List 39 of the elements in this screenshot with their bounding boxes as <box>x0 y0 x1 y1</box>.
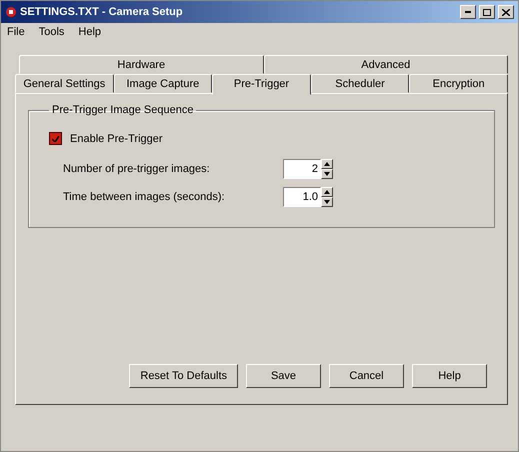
spin-down-button[interactable] <box>321 197 333 207</box>
tab[interactable]: Image Capture <box>114 74 212 93</box>
tab[interactable]: Encryption <box>409 74 508 93</box>
menu-item[interactable]: Help <box>78 26 102 40</box>
dialog-button[interactable]: Cancel <box>329 364 404 388</box>
checkbox-row[interactable]: Enable Pre-Trigger <box>49 132 474 145</box>
checkbox-label: Enable Pre-Trigger <box>70 132 163 144</box>
tab[interactable]: Advanced <box>264 55 508 74</box>
minimize-icon <box>465 11 471 13</box>
group-title: Pre-Trigger Image Sequence <box>51 104 194 116</box>
spin-up-button[interactable] <box>321 159 333 169</box>
tab[interactable]: General Settings <box>15 74 114 93</box>
tab[interactable]: Scheduler <box>310 74 410 93</box>
close-icon <box>502 8 510 16</box>
number-input[interactable]: 2 <box>283 159 321 179</box>
menu-item[interactable]: File <box>7 26 25 40</box>
maximize-button[interactable] <box>479 5 495 19</box>
menu-item[interactable]: Tools <box>38 26 64 40</box>
checkbox[interactable] <box>49 132 62 145</box>
down-arrow-icon <box>324 200 330 204</box>
spin-down-button[interactable] <box>321 169 333 179</box>
up-arrow-icon <box>324 190 330 194</box>
up-arrow-icon <box>324 162 330 166</box>
maximize-icon <box>483 8 491 16</box>
dialog-button[interactable]: Help <box>412 364 487 388</box>
number-input[interactable]: 1.0 <box>283 187 321 207</box>
down-arrow-icon <box>324 172 330 176</box>
check-icon <box>52 136 59 142</box>
spin-up-button[interactable] <box>321 187 333 197</box>
close-button[interactable] <box>498 5 514 19</box>
window-title: SETTINGS.TXT - Camera Setup <box>20 6 184 18</box>
minimize-button[interactable] <box>460 5 476 19</box>
field-label: Number of pre-trigger images: <box>63 163 211 175</box>
tab[interactable]: Pre-Trigger <box>212 74 311 95</box>
dialog-button[interactable]: Save <box>246 364 321 388</box>
field-label: Time between images (seconds): <box>63 191 226 203</box>
dialog-button[interactable]: Reset To Defaults <box>129 364 238 388</box>
tab[interactable]: Hardware <box>19 55 264 74</box>
app-icon <box>5 6 17 18</box>
